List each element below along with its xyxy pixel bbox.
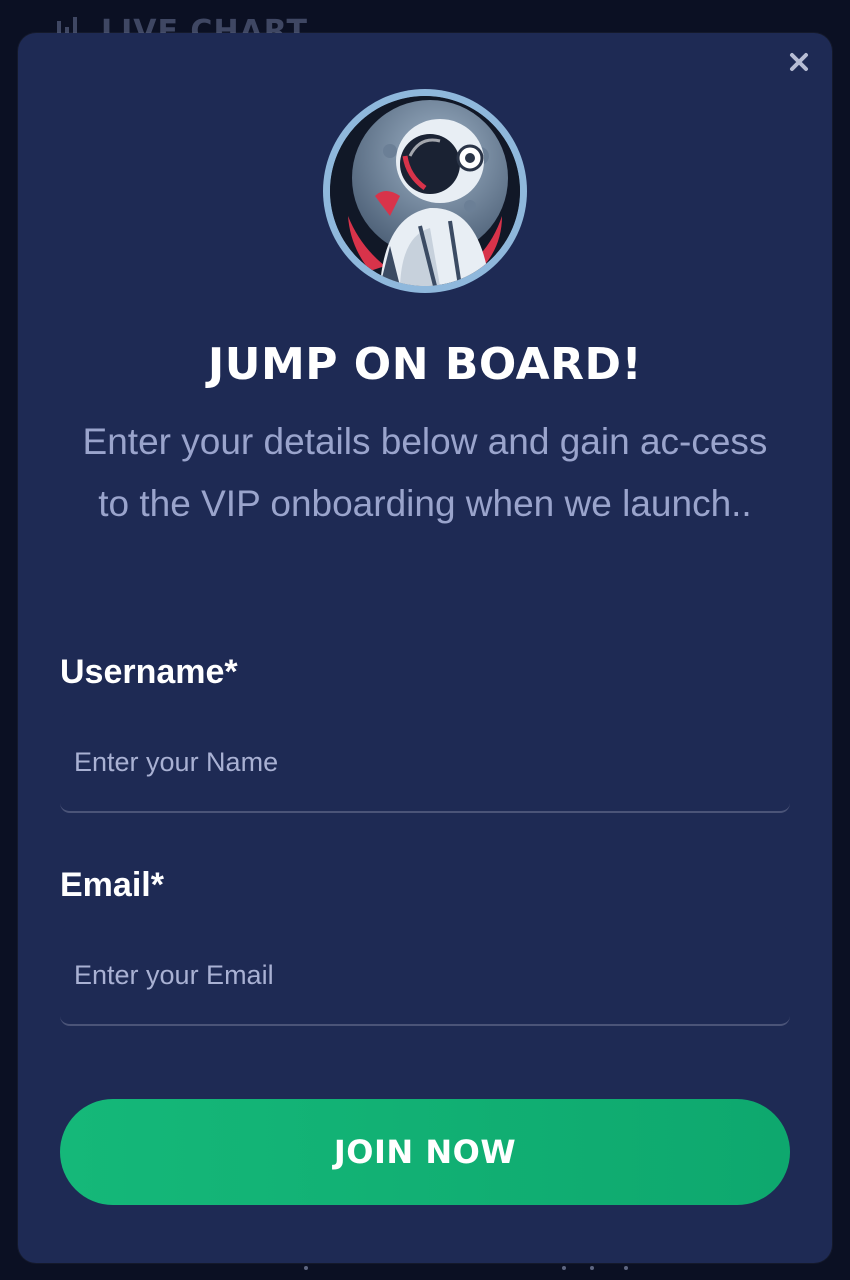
close-button[interactable] <box>784 49 814 79</box>
astronaut-icon <box>330 96 520 286</box>
email-input[interactable] <box>60 926 790 1026</box>
avatar <box>323 89 527 293</box>
username-label: Username* <box>60 653 238 691</box>
email-label: Email* <box>60 866 164 904</box>
join-now-button[interactable]: JOIN NOW <box>60 1099 790 1205</box>
signup-modal: JUMP ON BOARD! Enter your details below … <box>18 33 832 1263</box>
modal-title: JUMP ON BOARD! <box>207 339 643 390</box>
modal-subtitle: Enter your details below and gain ac-ces… <box>82 421 768 524</box>
close-icon <box>789 52 809 76</box>
username-input[interactable] <box>60 713 790 813</box>
